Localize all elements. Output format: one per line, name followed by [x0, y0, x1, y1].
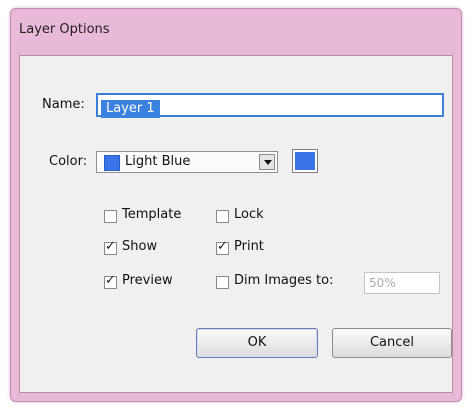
color-dropdown[interactable]: Light Blue [96, 151, 278, 173]
show-checkbox[interactable] [104, 239, 117, 255]
template-checkbox[interactable] [104, 210, 117, 223]
color-picker-swatch[interactable] [292, 149, 318, 173]
name-label: Name: [42, 97, 85, 112]
name-value: Layer 1 [101, 100, 160, 118]
name-input[interactable]: Layer 1 [96, 93, 444, 118]
show-label: Show [122, 239, 158, 254]
dialog-title: Layer Options [19, 22, 110, 37]
dim-images-checkbox[interactable] [216, 276, 229, 289]
preview-checkbox[interactable] [104, 273, 117, 289]
ok-button[interactable]: OK [196, 328, 318, 358]
color-swatch-icon [104, 155, 120, 171]
dialog-body: Name: Layer 1 Color: Light Blue Template… [19, 55, 453, 393]
print-label: Print [234, 239, 264, 254]
lock-label: Lock [234, 207, 264, 222]
dim-images-input[interactable]: 50% [364, 272, 440, 294]
template-label: Template [122, 207, 182, 222]
cancel-button[interactable]: Cancel [332, 328, 452, 358]
chevron-down-icon[interactable] [259, 154, 275, 170]
lock-checkbox[interactable] [216, 210, 229, 223]
print-checkbox[interactable] [216, 239, 229, 255]
dim-images-label: Dim Images to: [234, 273, 334, 288]
preview-label: Preview [122, 273, 173, 288]
layer-options-dialog: Layer Options Name: Layer 1 Color: Light… [10, 8, 462, 402]
color-label: Color: [49, 154, 88, 169]
title-bar[interactable]: Layer Options [11, 9, 461, 55]
color-selected-value: Light Blue [125, 154, 191, 169]
